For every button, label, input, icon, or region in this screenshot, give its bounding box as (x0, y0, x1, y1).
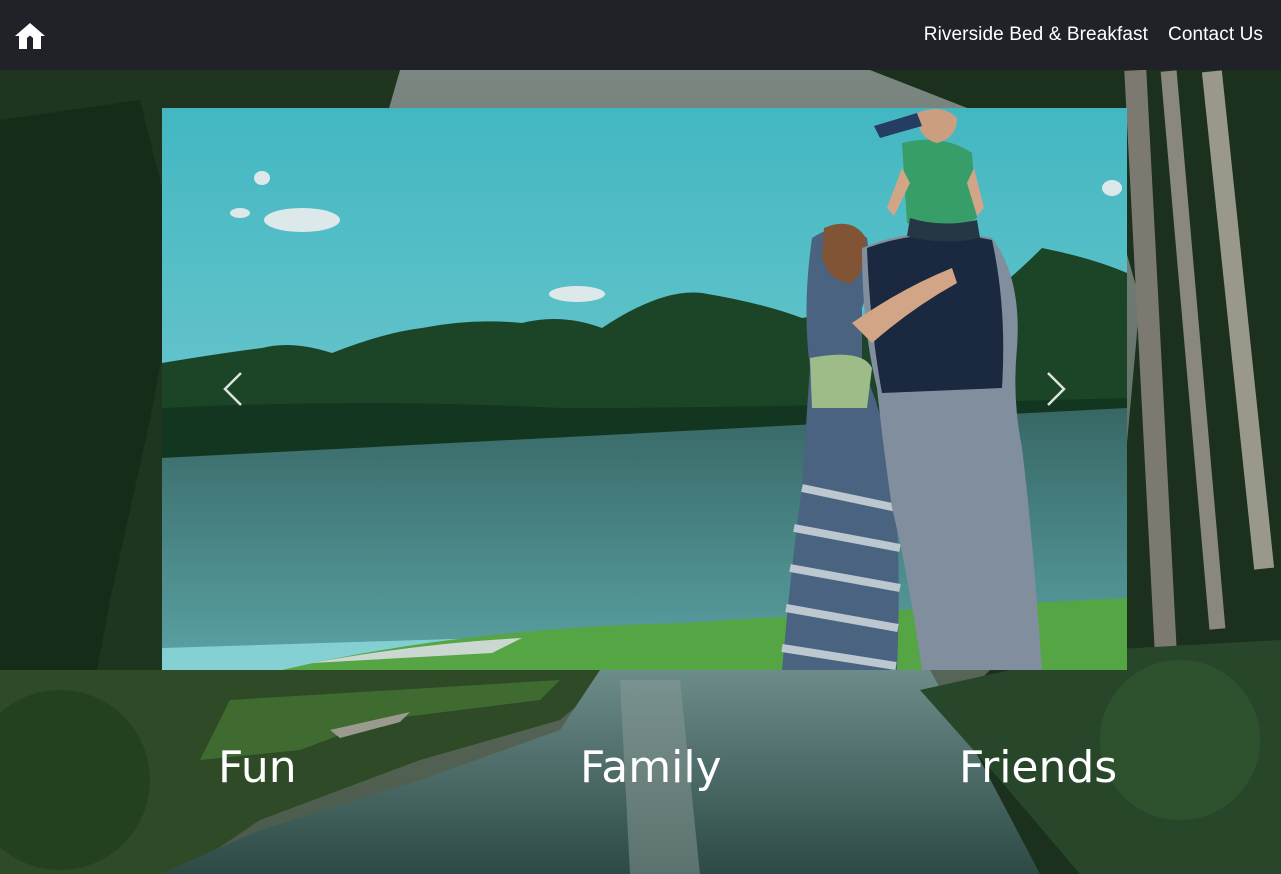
nav-links: Riverside Bed & Breakfast Contact Us (924, 24, 1263, 46)
home-icon (15, 23, 45, 49)
chevron-right-icon (1047, 372, 1066, 406)
tagline-family: Family (580, 742, 722, 793)
image-carousel (162, 108, 1127, 670)
page: Riverside Bed & Breakfast Contact Us Fun… (0, 0, 1281, 874)
top-navbar: Riverside Bed & Breakfast Contact Us (0, 0, 1281, 70)
chevron-left-icon (223, 372, 242, 406)
family-by-river-photo (162, 108, 1127, 670)
nav-link-riverside[interactable]: Riverside Bed & Breakfast (924, 24, 1148, 46)
carousel-prev-button[interactable] (172, 108, 292, 670)
tagline-friends: Friends (959, 742, 1118, 793)
home-link[interactable] (14, 22, 46, 50)
taglines: Fun Family Friends (0, 740, 1281, 800)
nav-link-contact[interactable]: Contact Us (1168, 24, 1263, 46)
carousel-next-button[interactable] (997, 108, 1117, 670)
tagline-fun: Fun (218, 742, 297, 793)
